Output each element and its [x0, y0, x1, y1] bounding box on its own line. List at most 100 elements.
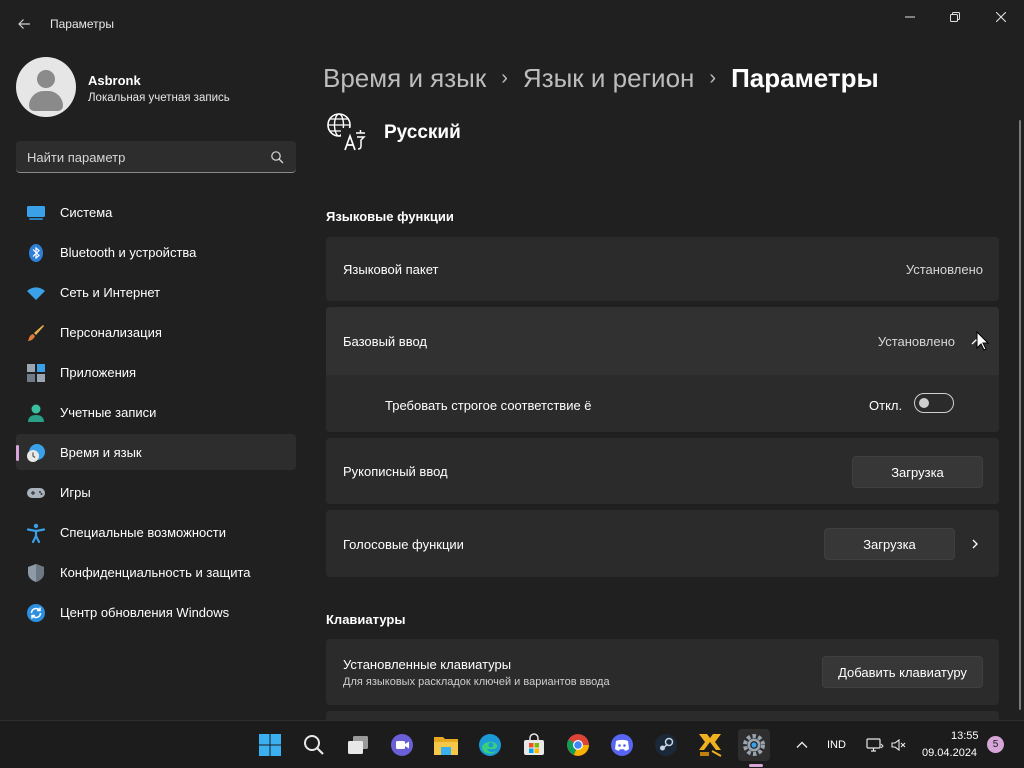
- speech-label: Голосовые функции: [343, 537, 464, 552]
- brush-icon: [26, 323, 46, 343]
- active-app-indicator: [749, 764, 763, 767]
- language-name: Русский: [384, 122, 461, 143]
- chrome-icon: [567, 734, 589, 756]
- mouse-cursor-icon: [976, 331, 990, 351]
- restore-button[interactable]: [932, 6, 978, 28]
- strict-yo-state: Откл.: [869, 398, 903, 413]
- sidebar-item-label: Приложения: [60, 364, 137, 380]
- sidebar-item-windows-update[interactable]: Центр обновления Windows: [16, 594, 296, 630]
- sidebar-item-apps[interactable]: Приложения: [16, 354, 296, 390]
- speech-row[interactable]: Голосовые функции Загрузка: [326, 510, 999, 577]
- settings-icon: [743, 734, 765, 756]
- store-button[interactable]: [518, 729, 550, 761]
- language-pack-label: Языковой пакет: [343, 262, 439, 277]
- scrollbar[interactable]: [1019, 120, 1021, 710]
- wifi-icon: [26, 283, 46, 303]
- account-icon: [26, 403, 46, 423]
- sidebar-item-network[interactable]: Сеть и Интернет: [16, 274, 296, 310]
- sidebar-item-accessibility[interactable]: Специальные возможности: [16, 514, 296, 550]
- sidebar-item-label: Сеть и Интернет: [60, 284, 161, 300]
- add-keyboard-button[interactable]: Добавить клавиатуру: [822, 656, 983, 688]
- next-row-partial: [326, 711, 999, 720]
- sidebar-item-label: Система: [60, 204, 113, 220]
- strict-yo-label: Требовать строгое соответствие ё: [385, 398, 592, 413]
- clock-date: 09.04.2024: [922, 747, 978, 759]
- sidebar-item-label: Центр обновления Windows: [60, 604, 230, 620]
- volume-button[interactable]: [886, 729, 910, 761]
- meet-button[interactable]: [386, 729, 418, 761]
- file-explorer-button[interactable]: [430, 729, 462, 761]
- basic-typing-header[interactable]: Базовый ввод Установлено: [326, 307, 999, 375]
- sidebar-item-accounts[interactable]: Учетные записи: [16, 394, 296, 430]
- strict-yo-toggle[interactable]: [914, 393, 954, 413]
- volume-muted-icon: [891, 738, 906, 752]
- basic-typing-label: Базовый ввод: [343, 334, 427, 349]
- start-icon: [259, 734, 281, 756]
- chevron-right-icon: [972, 539, 978, 549]
- sidebar-item-label: Время и язык: [60, 444, 142, 460]
- network-tool-icon: [699, 734, 722, 757]
- back-button[interactable]: [12, 12, 36, 36]
- minimize-button[interactable]: [887, 6, 933, 28]
- breadcrumb-item-language-region[interactable]: Язык и регион: [523, 63, 694, 94]
- toggle-knob: [919, 398, 929, 408]
- basic-typing-expander: Базовый ввод Установлено Требовать строг…: [326, 307, 999, 432]
- discord-button[interactable]: [606, 729, 638, 761]
- shield-icon: [26, 563, 46, 583]
- sidebar-item-bluetooth[interactable]: Bluetooth и устройства: [16, 234, 296, 270]
- user-profile[interactable]: Asbronk Локальная учетная запись: [16, 57, 296, 119]
- time-language-icon: [26, 443, 46, 463]
- section-title-language-features: Языковые функции: [326, 209, 454, 224]
- installed-keyboards-description: Для языковых раскладок ключей и варианто…: [343, 676, 610, 688]
- sidebar-item-label: Учетные записи: [60, 404, 157, 420]
- taskbar-search-button[interactable]: [298, 729, 330, 761]
- notification-badge[interactable]: 5: [987, 736, 1004, 753]
- sidebar-item-time-language[interactable]: Время и язык: [16, 434, 296, 470]
- close-button[interactable]: [978, 6, 1024, 28]
- sidebar-item-privacy[interactable]: Конфиденциальность и защита: [16, 554, 296, 590]
- installed-keyboards-label: Установленные клавиатуры: [343, 657, 512, 672]
- steam-icon: [655, 734, 677, 756]
- search-input[interactable]: Найти параметр: [16, 141, 296, 173]
- input-language-indicator[interactable]: IND: [827, 739, 846, 751]
- gamepad-icon: [26, 483, 46, 503]
- handwriting-download-button[interactable]: Загрузка: [852, 456, 983, 488]
- sidebar-item-personalization[interactable]: Персонализация: [16, 314, 296, 350]
- steam-button[interactable]: [650, 729, 682, 761]
- edge-button[interactable]: [474, 729, 506, 761]
- show-hidden-icons-button[interactable]: [786, 729, 818, 761]
- discord-icon: [611, 734, 633, 756]
- sidebar-nav: Система Bluetooth и устройства Сеть и Ин…: [16, 194, 296, 634]
- user-name: Asbronk: [88, 73, 141, 88]
- task-view-icon: [348, 736, 368, 754]
- basic-typing-status: Установлено: [877, 334, 955, 349]
- apps-icon: [26, 363, 46, 383]
- breadcrumb-item-time-language[interactable]: Время и язык: [323, 63, 486, 94]
- clock-time: 13:55: [951, 730, 979, 742]
- sidebar-item-label: Специальные возможности: [60, 524, 226, 540]
- task-view-button[interactable]: [342, 729, 374, 761]
- system-monitor-icon: [26, 203, 46, 223]
- close-icon: [996, 12, 1006, 22]
- account-type: Локальная учетная запись: [88, 92, 230, 104]
- chrome-button[interactable]: [562, 729, 594, 761]
- network-tool-button[interactable]: [694, 729, 726, 761]
- title-bar: Параметры: [0, 0, 1024, 48]
- bluetooth-icon: [26, 243, 46, 263]
- speech-download-button[interactable]: Загрузка: [824, 528, 955, 560]
- start-button[interactable]: [254, 729, 286, 761]
- sidebar-item-system[interactable]: Система: [16, 194, 296, 230]
- language-icon: [327, 113, 366, 152]
- language-pack-status: Установлено: [905, 262, 983, 277]
- back-arrow-icon: [18, 19, 30, 29]
- language-pack-row: Языковой пакет Установлено: [326, 237, 999, 301]
- breadcrumb: Время и язык › Язык и регион › Параметры: [323, 58, 879, 98]
- section-title-keyboards: Клавиатуры: [326, 612, 406, 627]
- installed-keyboards-row: Установленные клавиатуры Для языковых ра…: [326, 639, 999, 705]
- network-icon: [866, 738, 884, 752]
- meet-icon: [391, 734, 413, 756]
- file-explorer-icon: [434, 737, 458, 755]
- sidebar-item-gaming[interactable]: Игры: [16, 474, 296, 510]
- sidebar-item-label: Игры: [60, 484, 91, 500]
- settings-button[interactable]: [738, 729, 770, 761]
